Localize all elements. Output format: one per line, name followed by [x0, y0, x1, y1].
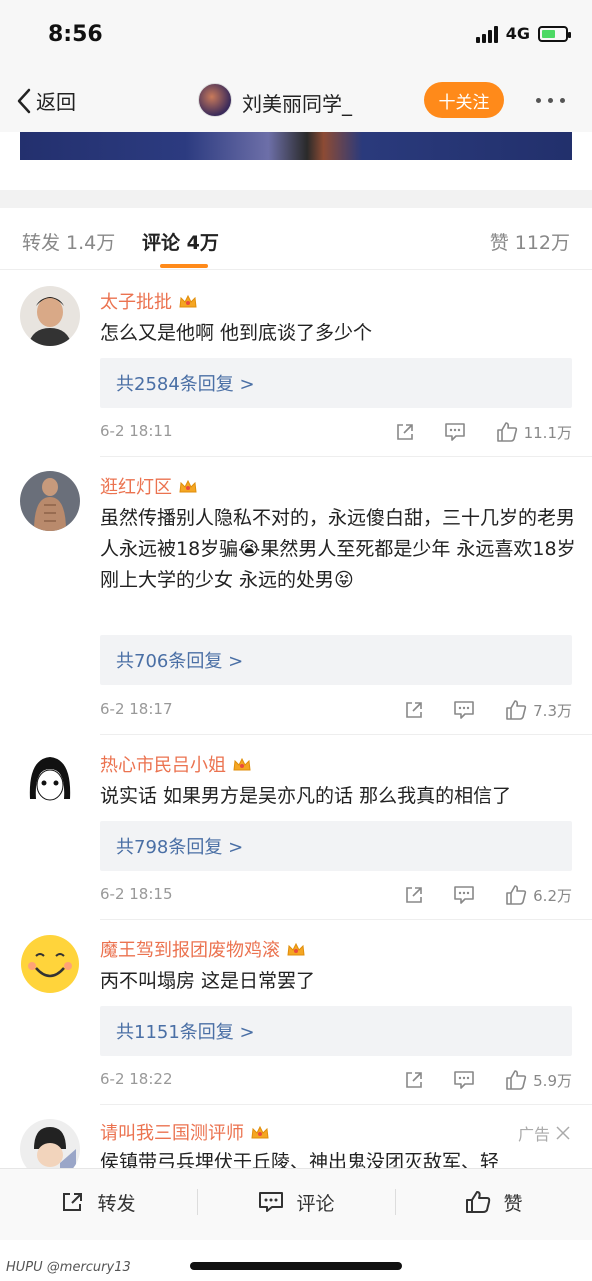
network-label: 4G: [505, 24, 530, 43]
crown-icon: [178, 293, 198, 309]
status-indicators: 4G: [475, 24, 571, 43]
comment-divider: [100, 456, 592, 457]
post-tabs: 转发 1.4万 评论 4万 赞 112万: [0, 208, 592, 270]
share-icon[interactable]: [401, 698, 427, 722]
comment-time: 6-2 18:22: [100, 1070, 173, 1088]
commenter-name-text: 逛红灯区: [100, 477, 172, 498]
share-icon[interactable]: [392, 420, 418, 444]
thumbs-up-icon[interactable]: [503, 698, 529, 722]
chevron-left-icon: [17, 88, 31, 113]
commenter-name-text: 魔王驾到报团废物鸡滚: [100, 940, 280, 961]
view-replies-link[interactable]: 共798条回复 >: [100, 821, 572, 871]
comment-time: 6-2 18:15: [100, 885, 173, 903]
repost-label: 转发: [97, 1192, 136, 1215]
back-button[interactable]: 返回: [16, 86, 76, 115]
follow-button[interactable]: 十关注: [424, 82, 504, 118]
comment-meta: 6-2 18:22 5.9万: [100, 1068, 572, 1092]
comment-meta: 6-2 18:11 11.1万: [100, 420, 572, 444]
close-icon[interactable]: [556, 1126, 570, 1140]
crown-icon: [232, 756, 252, 772]
comment-text: 说实话 如果男方是吴亦凡的话 那么我真的相信了: [100, 785, 512, 807]
commenter-name[interactable]: 请叫我三国测评师: [100, 1119, 270, 1145]
status-time: 8:56: [48, 22, 103, 47]
section-divider: [0, 190, 592, 208]
back-label: 返回: [36, 90, 76, 114]
comment-icon[interactable]: [442, 420, 468, 444]
commenter-name-text: 太子批批: [100, 292, 172, 313]
like-count: 11.1万: [523, 423, 572, 442]
share-icon[interactable]: [401, 1068, 427, 1092]
commenter-avatar[interactable]: [20, 934, 80, 994]
repost-button[interactable]: 转发: [0, 1169, 197, 1235]
post-image[interactable]: [20, 132, 572, 160]
commenter-avatar[interactable]: [20, 749, 80, 809]
commenter-avatar[interactable]: [20, 286, 80, 346]
view-replies-link[interactable]: 共2584条回复 >: [100, 358, 572, 408]
comment-text: 丙不叫塌房 这是日常罢了: [100, 970, 316, 992]
commenter-name[interactable]: 逛红灯区: [100, 473, 198, 499]
comment-divider: [100, 1104, 592, 1105]
comment-actions: 7.3万: [401, 698, 572, 722]
comment-actions: 5.9万: [401, 1068, 572, 1092]
comment-icon[interactable]: [451, 1068, 477, 1092]
tab-like[interactable]: 赞 112万: [490, 228, 570, 255]
nav-bar: 返回 刘美丽同学_ 十关注: [0, 70, 592, 132]
comment-button[interactable]: 评论: [198, 1169, 395, 1235]
crown-icon: [286, 941, 306, 957]
commenter-name[interactable]: 魔王驾到报团废物鸡滚: [100, 936, 306, 962]
signal-icon: [475, 25, 498, 43]
commenter-name[interactable]: 太子批批: [100, 288, 198, 314]
comment-meta: 6-2 18:15 6.2万: [100, 883, 572, 907]
comment-actions: 6.2万: [401, 883, 572, 907]
comment-actions: 11.1万: [392, 420, 572, 444]
comment-divider: [100, 734, 592, 735]
commenter-name-text: 请叫我三国测评师: [100, 1123, 244, 1144]
bottom-action-bar: 转发 评论 赞: [0, 1168, 592, 1240]
view-replies-link[interactable]: 共1151条回复 >: [100, 1006, 572, 1056]
comment-label: 评论: [296, 1192, 335, 1215]
thumbs-up-icon: [466, 1191, 491, 1213]
crown-icon: [250, 1124, 270, 1140]
commenter-name-text: 热心市民吕小姐: [100, 755, 226, 776]
crown-icon: [178, 478, 198, 494]
comment-divider: [100, 919, 592, 920]
like-label: 赞: [503, 1192, 523, 1215]
comment-time: 6-2 18:17: [100, 700, 173, 718]
commenter-name[interactable]: 热心市民吕小姐: [100, 751, 252, 777]
view-replies-link[interactable]: 共706条回复 >: [100, 635, 572, 685]
thumbs-up-icon[interactable]: [503, 883, 529, 907]
author-avatar[interactable]: [198, 83, 232, 117]
comment-text: 虽然传播别人隐私不对的，永远傻白甜，三十几岁的老男人永远被18岁骗😭果然男人至死…: [100, 507, 576, 591]
ad-label-text: 广告: [517, 1125, 550, 1144]
comment-meta: 6-2 18:17 7.3万: [100, 698, 572, 722]
share-icon[interactable]: [401, 883, 427, 907]
status-bar: 8:56 4G: [0, 0, 592, 70]
author-name[interactable]: 刘美丽同学_: [242, 88, 352, 117]
battery-icon: [538, 25, 571, 42]
thumbs-up-icon[interactable]: [503, 1068, 529, 1092]
tab-comment[interactable]: 评论 4万: [142, 228, 219, 255]
commenter-avatar[interactable]: [20, 471, 80, 531]
more-icon[interactable]: [536, 98, 565, 103]
comment-icon: [259, 1192, 284, 1212]
like-count: 7.3万: [533, 701, 572, 720]
ad-label: 广告: [518, 1121, 570, 1145]
home-indicator[interactable]: [190, 1262, 402, 1270]
share-icon: [63, 1193, 83, 1211]
thumbs-up-icon[interactable]: [494, 420, 520, 444]
like-button[interactable]: 赞: [396, 1169, 592, 1235]
tab-active-indicator: [160, 264, 208, 268]
like-count: 5.9万: [533, 1071, 572, 1090]
tab-repost[interactable]: 转发 1.4万: [22, 228, 115, 255]
comment-text: 怎么又是他啊 他到底谈了多少个: [100, 322, 373, 344]
comment-icon[interactable]: [451, 698, 477, 722]
comment-time: 6-2 18:11: [100, 422, 173, 440]
like-count: 6.2万: [533, 886, 572, 905]
watermark: HUPU @mercury13: [6, 1260, 131, 1275]
comment-icon[interactable]: [451, 883, 477, 907]
